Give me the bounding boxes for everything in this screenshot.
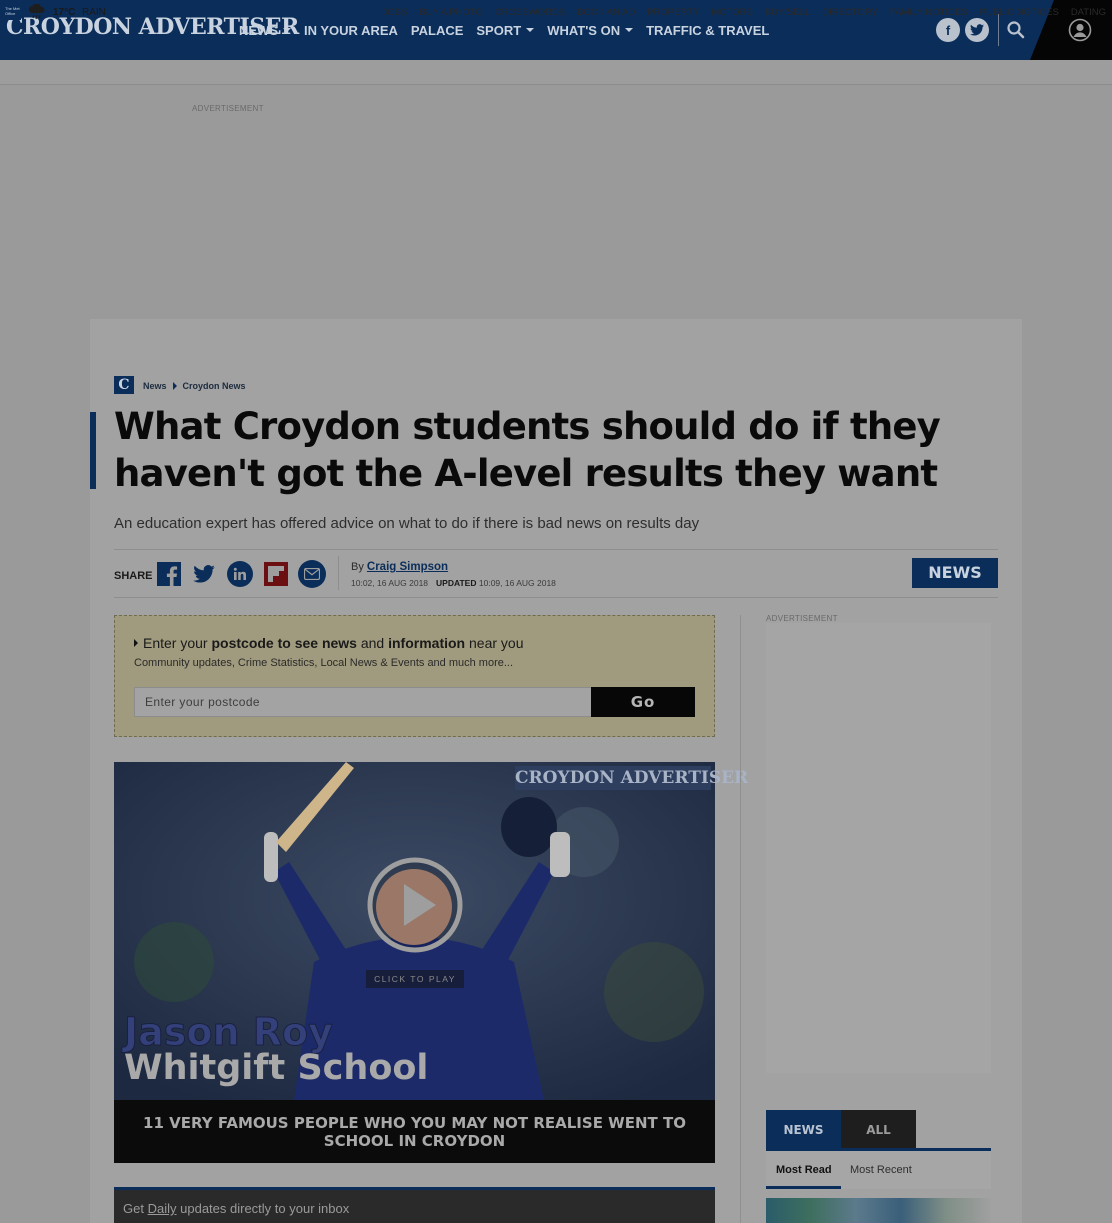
postcode-heading: Enter your postcode to see news and info…: [134, 635, 523, 651]
postcode-widget: [114, 615, 715, 737]
video-caption[interactable]: 11 VERY FAMOUS PEOPLE WHO YOU MAY NOT RE…: [114, 1100, 715, 1163]
published-date: 10:02, 16 AUG 2018: [351, 578, 429, 588]
tab-news[interactable]: NEWS: [766, 1110, 841, 1150]
utility-link-directory[interactable]: DIRECTORY: [822, 7, 878, 18]
twitter-icon[interactable]: [192, 562, 216, 586]
headline-accent-bar: [90, 412, 96, 489]
linkedin-icon[interactable]: [227, 561, 253, 587]
nav-item-whats-on[interactable]: WHAT'S ON: [547, 22, 634, 38]
sidebar-advertisement[interactable]: [766, 623, 991, 1073]
advertisement-label: ADVERTISEMENT: [766, 614, 838, 623]
nav-label: SPORT: [476, 22, 522, 38]
utility-link-public-notices[interactable]: PUBLIC NOTICES: [980, 7, 1059, 18]
weather-condition: RAIN: [82, 7, 106, 18]
postcode-heading-text: near you: [469, 635, 524, 651]
nav-item-sport[interactable]: SPORT: [476, 22, 535, 38]
video-overlay-school: Whitgift School: [124, 1048, 429, 1088]
article-dates: 10:02, 16 AUG 2018 UPDATED 10:09, 16 AUG…: [351, 578, 556, 588]
utility-link-jobs[interactable]: JOBS: [383, 7, 408, 18]
section-tag[interactable]: NEWS: [912, 558, 998, 588]
newsletter-text: Get Daily updates directly to your inbox: [123, 1201, 349, 1216]
newsletter-text-post: updates directly to your inbox: [180, 1201, 350, 1216]
rain-cloud-icon: [28, 3, 46, 20]
facebook-icon[interactable]: [157, 562, 181, 586]
email-icon[interactable]: [298, 560, 326, 588]
nav-label: IN YOUR AREA: [304, 22, 398, 38]
share-label: SHARE: [114, 570, 153, 582]
article-standfirst: An education expert has offered advice o…: [114, 515, 700, 532]
divider: [114, 549, 998, 550]
video-watermark-logo: CROYDON ADVERTISER: [515, 766, 749, 790]
nav-label: WHAT'S ON: [547, 22, 621, 38]
chevron-down-icon: [625, 28, 634, 32]
flipboard-icon[interactable]: [264, 562, 288, 586]
met-office-logo[interactable]: The Met Office: [4, 5, 21, 20]
nav-label: NEWS: [239, 22, 278, 38]
utility-link-crosswords[interactable]: CROSSWORDS: [495, 7, 565, 18]
byline: By Craig Simpson: [351, 561, 448, 573]
utility-link-motors[interactable]: MOTORS: [711, 7, 753, 18]
active-subtab-indicator: [766, 1186, 841, 1189]
updated-date: 10:09, 16 AUG 2018: [478, 578, 556, 588]
facebook-icon[interactable]: f: [936, 18, 960, 42]
utility-link-family-notices[interactable]: FAMILY NOTICES: [890, 7, 968, 18]
utility-link-property[interactable]: PROPERTY: [647, 7, 699, 18]
byline-divider: [338, 556, 339, 590]
temperature: 17°C: [53, 7, 76, 18]
author-link[interactable]: Craig Simpson: [367, 561, 448, 573]
search-icon[interactable]: [1006, 20, 1026, 40]
utility-link-buy-sell[interactable]: BUY/SELL: [765, 7, 810, 18]
chevron-down-icon: [526, 28, 535, 32]
chevron-right-icon: [172, 382, 177, 390]
article-headline: What Croydon students should do if they …: [114, 405, 941, 495]
nav-label: TRAFFIC & TRAVEL: [646, 22, 770, 38]
breadcrumb-logo[interactable]: C: [114, 376, 134, 394]
nav-item-news[interactable]: NEWS: [239, 23, 291, 38]
subtab-most-read[interactable]: Most Read: [776, 1164, 832, 1176]
chevron-down-icon: [283, 28, 291, 32]
breadcrumb-news[interactable]: News: [143, 381, 167, 391]
advertisement-label: ADVERTISEMENT: [192, 104, 264, 113]
postcode-go-button[interactable]: Go: [591, 687, 695, 717]
nav-label: PALACE: [410, 22, 464, 38]
nav-item-palace[interactable]: PALACE: [411, 23, 463, 38]
breadcrumb: News Croydon News: [143, 381, 246, 391]
twitter-icon[interactable]: [965, 18, 989, 42]
header-divider: [998, 14, 999, 46]
nav-item-traffic-travel[interactable]: TRAFFIC & TRAVEL: [646, 23, 769, 38]
play-icon[interactable]: [366, 856, 464, 954]
sidebar-tabs: NEWS ALL: [766, 1110, 916, 1150]
postcode-heading-bold: information: [388, 635, 466, 651]
breadcrumb-croydon-news[interactable]: Croydon News: [183, 381, 246, 391]
newsletter-text-pre: Get: [123, 1201, 144, 1216]
subtab-most-recent[interactable]: Most Recent: [850, 1164, 912, 1176]
postcode-heading-text: Enter your: [143, 635, 208, 651]
divider: [114, 597, 998, 598]
sidebar-divider: [740, 615, 741, 1223]
postcode-heading-bold: postcode to see news: [211, 635, 357, 651]
postcode-subtext: Community updates, Crime Statistics, Loc…: [134, 657, 514, 669]
utility-links: JOBS BUY A PHOTO CROSSWORDS BOOK AN AD P…: [383, 7, 1106, 18]
click-to-play-label[interactable]: CLICK TO PLAY: [366, 970, 464, 988]
newsletter-frequency-link[interactable]: Daily: [148, 1201, 177, 1216]
postcode-heading-text: and: [360, 635, 385, 651]
tab-all[interactable]: ALL: [841, 1110, 916, 1150]
updated-label: UPDATED: [436, 578, 477, 588]
utility-link-buy-a-photo[interactable]: BUY A PHOTO: [419, 7, 483, 18]
utility-link-dating[interactable]: DATING: [1071, 7, 1106, 18]
postcode-input[interactable]: [134, 687, 592, 717]
sidebar-story-image[interactable]: [766, 1198, 991, 1223]
utility-link-book-an-ad[interactable]: BOOK AN AD: [577, 7, 635, 18]
nav-item-in-your-area[interactable]: IN YOUR AREA: [304, 23, 398, 38]
utility-bar: [0, 60, 1112, 85]
chevron-right-icon: [134, 639, 138, 647]
byline-prefix: By: [351, 561, 364, 573]
account-icon[interactable]: [1068, 18, 1092, 42]
